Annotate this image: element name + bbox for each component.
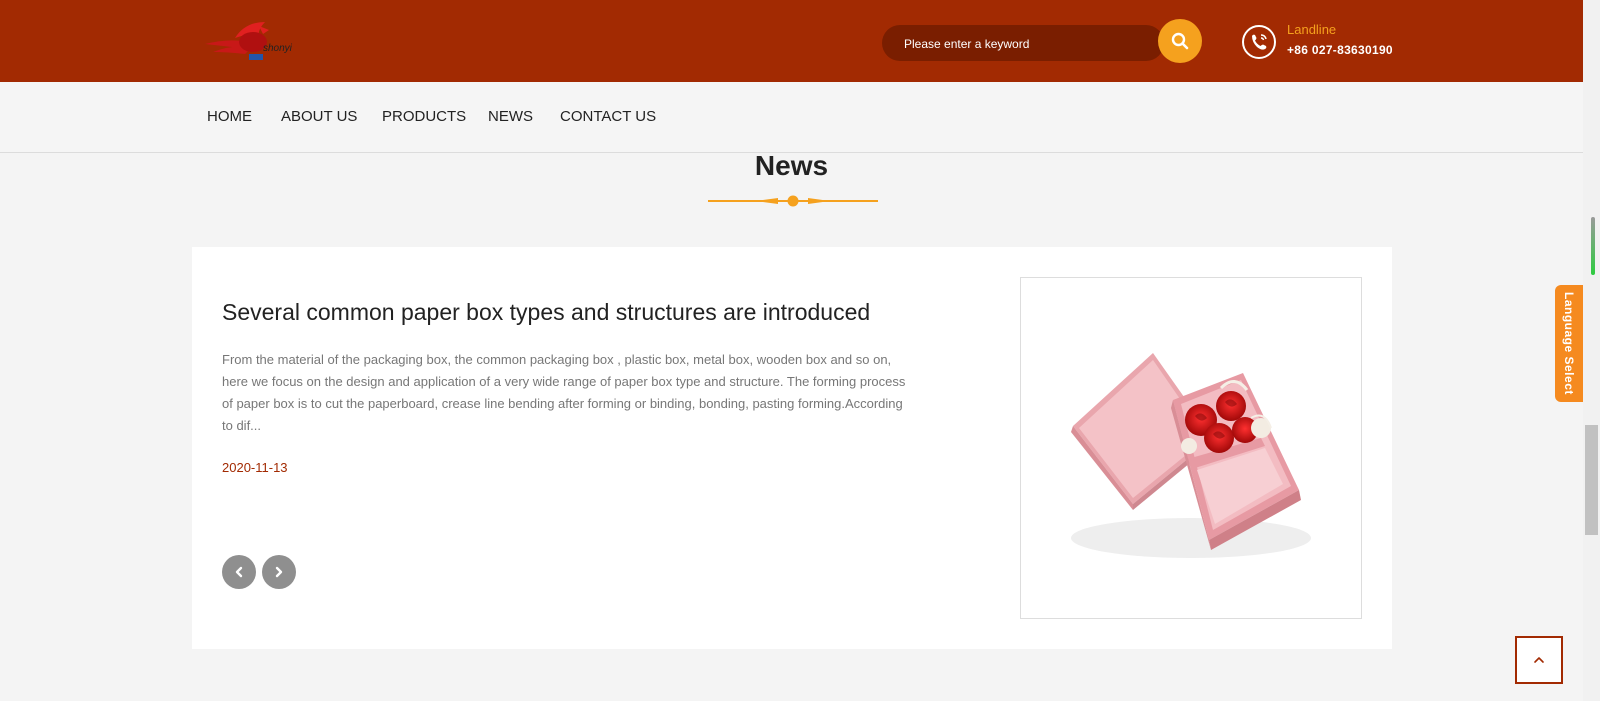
nav-item-home[interactable]: HOME — [207, 108, 252, 125]
scroll-indicator — [1591, 217, 1595, 275]
landline-number: +86 027-83630190 — [1287, 43, 1393, 57]
news-title[interactable]: Several common paper box types and struc… — [222, 299, 922, 326]
phone-icon — [1241, 24, 1277, 60]
main-nav: HOME ABOUT US PRODUCTS NEWS CONTACT US — [0, 82, 1583, 153]
section-title: News — [754, 150, 829, 181]
scrollbar[interactable] — [1583, 0, 1600, 701]
chevron-up-icon — [1534, 657, 1544, 663]
nav-item-news[interactable]: NEWS — [488, 108, 533, 125]
news-image[interactable] — [1020, 277, 1362, 619]
landline-label: Landline — [1287, 22, 1337, 37]
next-button[interactable] — [262, 555, 296, 589]
search-box — [882, 25, 1164, 63]
scrollbar-thumb[interactable] — [1585, 425, 1598, 535]
nav-item-products[interactable]: PRODUCTS — [382, 108, 466, 125]
header-bar: shonyi Landline +86 027-83630190 — [0, 0, 1583, 82]
search-button[interactable] — [1158, 19, 1202, 63]
nav-item-contact-us[interactable]: CONTACT US — [560, 108, 656, 125]
company-logo[interactable]: shonyi — [205, 18, 305, 64]
news-excerpt: From the material of the packaging box, … — [222, 352, 906, 433]
svg-text:shonyi: shonyi — [263, 43, 293, 54]
chevron-right-icon — [275, 566, 283, 578]
news-card: Several common paper box types and struc… — [192, 247, 1392, 649]
back-to-top-button[interactable] — [1515, 636, 1563, 684]
title-divider — [708, 193, 878, 209]
language-select-label: Language Select — [1562, 292, 1576, 395]
nav-item-about-us[interactable]: ABOUT US — [281, 108, 357, 125]
news-date: 2020-11-13 — [222, 460, 288, 475]
language-select-tab[interactable]: Language Select — [1555, 285, 1583, 402]
search-icon — [1171, 32, 1189, 50]
prev-button[interactable] — [222, 555, 256, 589]
search-input[interactable] — [902, 25, 1146, 63]
chevron-left-icon — [235, 566, 243, 578]
